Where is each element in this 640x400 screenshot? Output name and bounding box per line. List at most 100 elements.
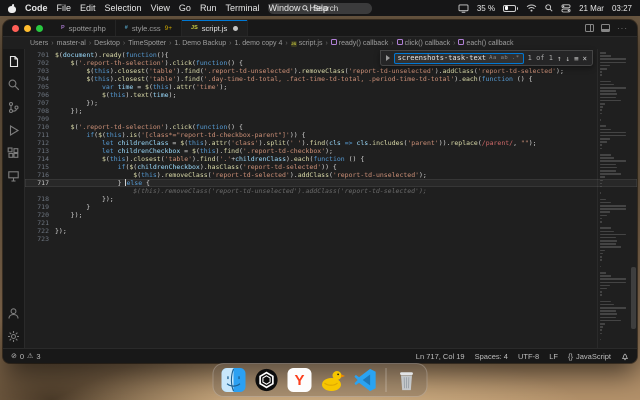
cursor-position[interactable]: Ln 717, Col 19 [416, 352, 465, 361]
yandex-browser-dock-icon[interactable]: Y [287, 367, 313, 393]
scrollbar-thumb[interactable] [631, 267, 636, 329]
menu-item-file[interactable]: File [57, 3, 72, 13]
layout-panel-icon[interactable] [601, 24, 610, 32]
explorer-icon[interactable] [7, 54, 21, 68]
more-actions-icon[interactable]: ··· [617, 24, 628, 33]
code-row[interactable]: 711 if($(this).is('[class*="report-td-ch… [25, 131, 637, 139]
chatgpt-dock-icon[interactable] [254, 367, 280, 393]
minimap[interactable] [597, 49, 629, 348]
close-window-button[interactable] [12, 24, 19, 32]
find-next-icon[interactable]: ↓ [565, 54, 570, 63]
apple-menu-icon[interactable] [8, 4, 16, 13]
notifications-bell-icon[interactable] [621, 352, 629, 361]
code-row[interactable]: 714 $(this).closest('table').find('.'+ch… [25, 155, 637, 163]
source-control-icon[interactable] [7, 100, 21, 114]
menu-item-selection[interactable]: Selection [105, 3, 142, 13]
code-row[interactable]: 709 [25, 115, 637, 123]
code-row[interactable]: 713 let childrenCheckbox = $(this).find(… [25, 147, 637, 155]
code-row[interactable]: 720 }); [25, 211, 637, 219]
code-editor[interactable]: 701 $(document).ready(function(){702 $('.… [25, 49, 637, 348]
modified-dot-icon[interactable] [233, 25, 239, 31]
code-ghost-row[interactable]: $(this).removeClass('report-td-unselecte… [25, 187, 637, 195]
cyberduck-dock-icon[interactable] [320, 367, 346, 393]
extensions-icon[interactable] [7, 146, 21, 160]
menubar-date[interactable]: 21 Mar [579, 4, 604, 13]
breadcrumb-item[interactable]: Desktop [94, 40, 120, 47]
indentation[interactable]: Spaces: 4 [475, 352, 508, 361]
code-row[interactable]: 722}); [25, 227, 637, 235]
find-options-icons[interactable]: Aa ab .* [489, 55, 520, 61]
menu-item-code[interactable]: Code [25, 3, 48, 13]
vscode-dock-icon[interactable] [353, 367, 379, 393]
code-row[interactable]: 719 } [25, 203, 637, 211]
display-icon[interactable] [458, 3, 469, 13]
breadcrumb-item[interactable]: 1. Demo Backup [174, 40, 226, 47]
code-row[interactable]: 723 [25, 235, 637, 243]
code-row[interactable]: 708 }); [25, 107, 637, 115]
spotlight-icon[interactable] [545, 4, 553, 12]
tab-style.css[interactable]: # style.css 9+ [115, 20, 183, 36]
code-row[interactable]: 705 var time = $(this).attr('time'); [25, 83, 637, 91]
breadcrumb-item[interactable]: master-al [57, 40, 86, 47]
breadcrumb-item[interactable]: click() callback [396, 39, 450, 47]
code-row[interactable]: 710 $('.report-td-selection').click(func… [25, 123, 637, 131]
breadcrumb-item[interactable]: Users [30, 40, 48, 47]
tab-label: style.css [131, 23, 161, 33]
breadcrumb-item[interactable]: ready() callback [330, 39, 388, 47]
code-row[interactable]: 716 $(this).removeClass('report-td-selec… [25, 171, 637, 179]
code-row[interactable]: 703 $(this).closest('table').find('.repo… [25, 67, 637, 75]
eol-sequence[interactable]: LF [549, 352, 558, 361]
finder-dock-icon[interactable] [221, 367, 247, 393]
tab-spotter.php[interactable]: Pspotter.php [52, 20, 116, 36]
menu-item-run[interactable]: Run [200, 3, 217, 13]
menu-item-terminal[interactable]: Terminal [225, 3, 259, 13]
code-row[interactable]: 715 if($(childrenCheckbox).hasClass('rep… [25, 163, 637, 171]
search-sidebar-icon[interactable] [7, 77, 21, 91]
split-editor-icon[interactable] [585, 24, 594, 32]
menubar-time[interactable]: 03:27 [612, 4, 632, 13]
battery-icon[interactable] [503, 4, 519, 12]
run-debug-icon[interactable] [7, 123, 21, 137]
settings-gear-icon[interactable] [7, 329, 21, 343]
language-mode[interactable]: {} JavaScript [568, 352, 611, 361]
trash-dock-icon[interactable] [394, 367, 420, 393]
wifi-icon[interactable] [526, 4, 537, 12]
accounts-icon[interactable] [7, 306, 21, 320]
code-row[interactable]: 704 $(this).closest('table').find('.day-… [25, 75, 637, 83]
code-row[interactable]: 707 }); [25, 99, 637, 107]
minimap-line [600, 217, 603, 220]
remote-explorer-icon[interactable] [7, 169, 21, 183]
minimize-window-button[interactable] [24, 24, 31, 32]
code-row[interactable]: 718 }); [25, 195, 637, 203]
code-row[interactable]: 717 } else { [25, 179, 637, 187]
code-line-text: }); [55, 195, 114, 203]
breadcrumb-item[interactable]: JS script.js [290, 40, 322, 47]
menu-item-view[interactable]: View [151, 3, 170, 13]
code-row[interactable]: 706 $(this).text(time); [25, 91, 637, 99]
find-previous-icon[interactable]: ↑ [557, 54, 562, 63]
breadcrumb-item[interactable]: 1. demo copy 4 [235, 40, 283, 47]
breadcrumb-item[interactable]: TimeSpotter [128, 40, 166, 47]
encoding[interactable]: UTF-8 [518, 352, 539, 361]
problems-indicator[interactable]: ⊘ 0 ⚠ 3 [11, 352, 41, 361]
tab-script.js[interactable]: JS script.js [182, 20, 249, 36]
breadcrumb-item[interactable]: each() callback [458, 39, 514, 47]
code-row[interactable]: 721 [25, 219, 637, 227]
minimap-line [600, 169, 616, 172]
find-input[interactable]: screenshots-task-text Aa ab .* [393, 52, 524, 64]
menubar-search-pill[interactable]: Search [268, 2, 372, 14]
toggle-replace-icon[interactable] [385, 55, 390, 61]
minimap-line [600, 138, 610, 140]
chevron-right-icon: › [229, 39, 232, 47]
editor-scrollbar[interactable] [629, 49, 637, 348]
control-center-icon[interactable] [561, 3, 571, 13]
find-in-selection-icon[interactable]: ≡ [574, 54, 579, 63]
minimap-line [600, 303, 615, 306]
menu-item-edit[interactable]: Edit [80, 3, 96, 13]
zoom-window-button[interactable] [36, 24, 43, 32]
editor-tabs: Pspotter.php # style.css 9+ JS script.js [52, 20, 249, 36]
code-row[interactable]: 712 let childrenClass = $(this).attr('cl… [25, 139, 637, 147]
menu-item-go[interactable]: Go [179, 3, 191, 13]
tab-bar: Pspotter.php # style.css 9+ JS script.js ··· [3, 20, 637, 37]
close-find-icon[interactable]: × [582, 54, 587, 63]
